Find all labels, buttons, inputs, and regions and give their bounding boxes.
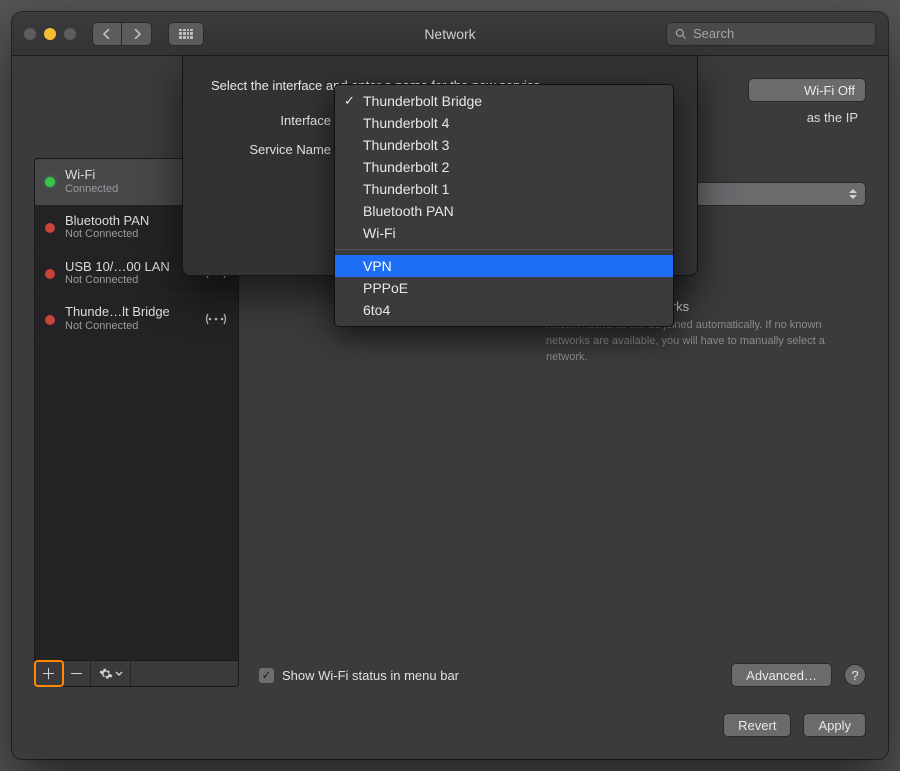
dropdown-item[interactable]: Bluetooth PAN xyxy=(335,200,673,222)
titlebar: Network Search xyxy=(12,12,888,56)
status-dot-icon xyxy=(45,177,55,187)
apply-button[interactable]: Apply xyxy=(803,713,866,737)
window-footer: Revert Apply xyxy=(12,707,888,759)
search-icon xyxy=(675,28,687,40)
zoom-icon[interactable] xyxy=(64,28,76,40)
minimize-icon[interactable] xyxy=(44,28,56,40)
service-name: Bluetooth PAN xyxy=(65,213,149,229)
service-actions-button[interactable] xyxy=(91,661,131,686)
dropdown-item[interactable]: Thunderbolt 4 xyxy=(335,112,673,134)
apply-label: Apply xyxy=(818,718,851,733)
search-placeholder: Search xyxy=(693,26,734,41)
add-service-button[interactable]: ＋ xyxy=(35,661,63,686)
ip-text-fragment: as the IP xyxy=(807,110,858,125)
dropdown-item[interactable]: VPN xyxy=(335,255,673,277)
service-status: Connected xyxy=(65,183,118,196)
service-list-footer: ＋ － xyxy=(34,661,239,687)
search-input[interactable]: Search xyxy=(666,22,876,46)
minus-icon: － xyxy=(69,663,84,684)
dropdown-item[interactable]: Wi-Fi xyxy=(335,222,673,244)
service-status: Not Connected xyxy=(65,228,149,241)
interface-label: Interface xyxy=(211,113,331,128)
service-name-label: Service Name xyxy=(211,142,331,157)
interface-dropdown: Thunderbolt Bridge Thunderbolt 4 Thunder… xyxy=(334,84,674,327)
service-status: Not Connected xyxy=(65,274,170,287)
advanced-label: Advanced… xyxy=(746,668,817,683)
status-dot-icon xyxy=(45,223,55,233)
dropdown-item[interactable]: PPPoE xyxy=(335,277,673,299)
stepper-icon xyxy=(849,189,857,199)
service-status: Not Connected xyxy=(65,320,170,333)
show-status-label: Show Wi-Fi status in menu bar xyxy=(282,668,459,683)
status-dot-icon xyxy=(45,315,55,325)
gear-icon xyxy=(99,667,113,681)
forward-button[interactable] xyxy=(122,22,152,46)
dropdown-item[interactable]: Thunderbolt 1 xyxy=(335,178,673,200)
service-name: USB 10/…00 LAN xyxy=(65,259,170,275)
grid-icon xyxy=(179,29,193,39)
dropdown-item[interactable]: Thunderbolt 3 xyxy=(335,134,673,156)
help-button[interactable]: ? xyxy=(844,664,866,686)
ethernet-icon xyxy=(204,310,228,328)
close-icon[interactable] xyxy=(24,28,36,40)
wifi-off-label: Wi-Fi Off xyxy=(804,83,855,98)
traffic-lights xyxy=(24,28,76,40)
show-status-checkbox[interactable]: ✓ xyxy=(259,668,274,683)
remove-service-button[interactable]: － xyxy=(63,661,91,686)
dropdown-item[interactable]: Thunderbolt 2 xyxy=(335,156,673,178)
advanced-button[interactable]: Advanced… xyxy=(731,663,832,687)
back-button[interactable] xyxy=(92,22,122,46)
turn-wifi-off-button[interactable]: Wi-Fi Off xyxy=(748,78,866,102)
plus-icon: ＋ xyxy=(41,663,56,684)
service-row-thunderbolt-bridge[interactable]: Thunde…lt Bridge Not Connected xyxy=(35,296,238,342)
show-status-row: ✓ Show Wi-Fi status in menu bar xyxy=(259,668,459,683)
dropdown-separator xyxy=(335,249,673,250)
status-dot-icon xyxy=(45,269,55,279)
dropdown-item[interactable]: 6to4 xyxy=(335,299,673,321)
dropdown-item[interactable]: Thunderbolt Bridge xyxy=(335,90,673,112)
show-all-button[interactable] xyxy=(168,22,204,46)
service-name: Thunde…lt Bridge xyxy=(65,304,170,320)
chevron-down-icon xyxy=(115,671,123,677)
revert-label: Revert xyxy=(738,718,776,733)
service-name: Wi-Fi xyxy=(65,167,118,183)
nav-segment xyxy=(92,22,152,46)
help-icon: ? xyxy=(851,668,858,683)
network-window: Network Search Wi-Fi Connected xyxy=(12,12,888,759)
revert-button[interactable]: Revert xyxy=(723,713,791,737)
